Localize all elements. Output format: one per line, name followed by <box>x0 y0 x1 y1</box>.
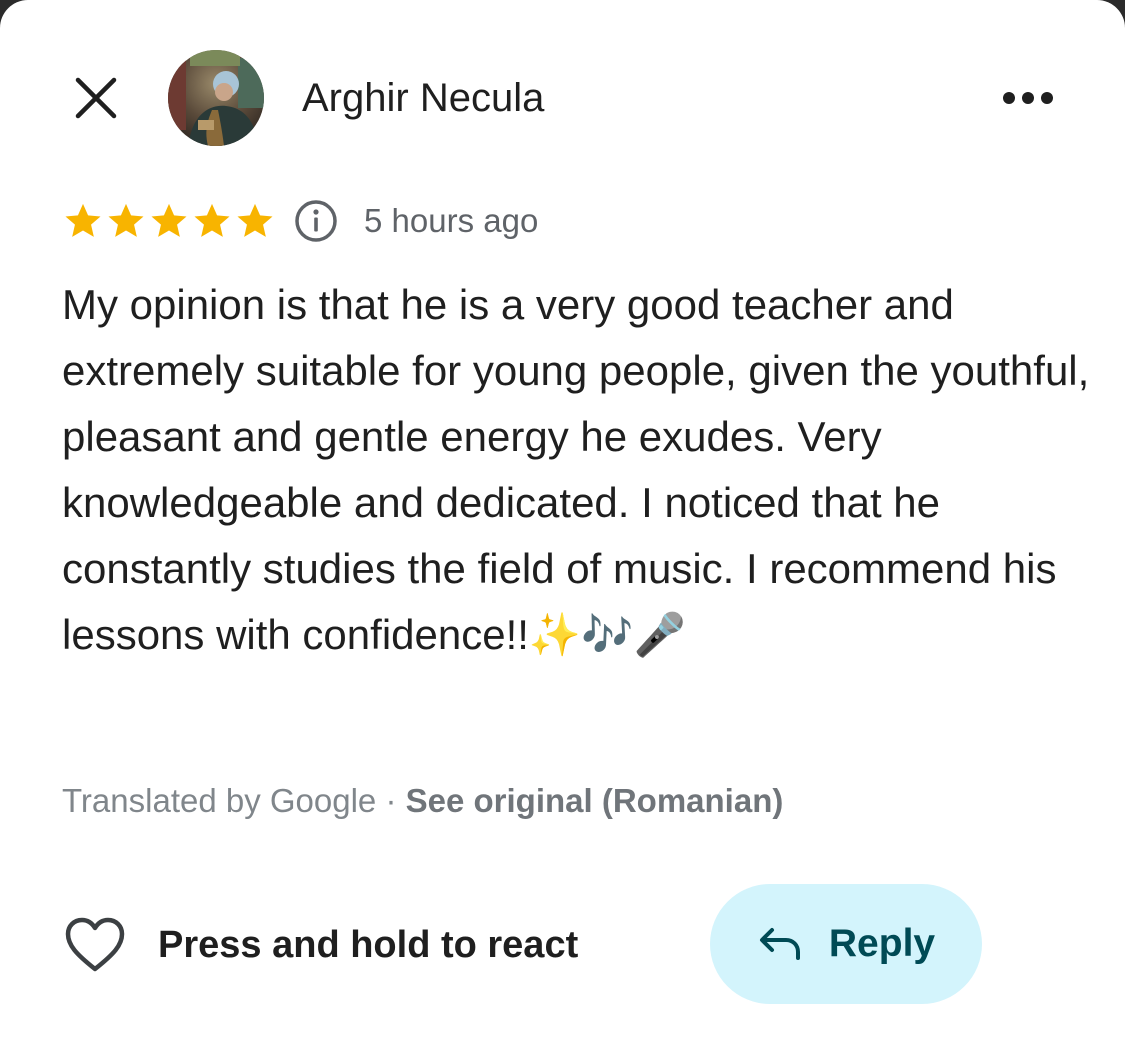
separator: · <box>376 782 406 819</box>
see-original-link[interactable]: See original (Romanian) <box>406 782 784 819</box>
star-icon <box>151 203 187 237</box>
star-icon <box>108 203 144 237</box>
close-button[interactable] <box>62 64 130 132</box>
react-button[interactable]: Press and hold to react <box>62 910 578 980</box>
more-options-button[interactable] <box>990 66 1066 130</box>
review-timestamp: 5 hours ago <box>364 202 539 239</box>
more-horizontal-icon <box>1003 92 1053 104</box>
react-label: Press and hold to react <box>158 923 579 966</box>
translation-note: Translated by Google · See original (Rom… <box>62 778 783 824</box>
reply-button[interactable]: Reply <box>710 884 982 1004</box>
review-meta: 5 hours ago <box>62 196 538 246</box>
star-icon <box>194 203 230 237</box>
avatar[interactable] <box>168 50 264 146</box>
star-rating <box>62 200 276 242</box>
info-icon <box>295 200 337 242</box>
info-button[interactable] <box>292 197 340 245</box>
review-emojis: ✨🎶🎤 <box>528 610 686 659</box>
star-icon <box>237 203 273 237</box>
heart-icon <box>62 912 128 978</box>
author-name[interactable]: Arghir Necula <box>302 72 544 124</box>
reply-label: Reply <box>828 922 936 965</box>
review-header: Arghir Necula <box>0 0 1125 190</box>
avatar-photo <box>168 50 264 146</box>
review-sheet: Arghir Necula 5 hours ago My opinion is … <box>0 0 1125 1054</box>
review-text: My opinion is that he is a very good tea… <box>62 272 1092 668</box>
star-icon <box>65 203 101 237</box>
reply-arrow-icon <box>757 921 803 967</box>
translated-by-label: Translated by Google <box>62 782 377 819</box>
review-body: My opinion is that he is a very good tea… <box>62 281 1090 658</box>
close-icon <box>75 77 117 119</box>
